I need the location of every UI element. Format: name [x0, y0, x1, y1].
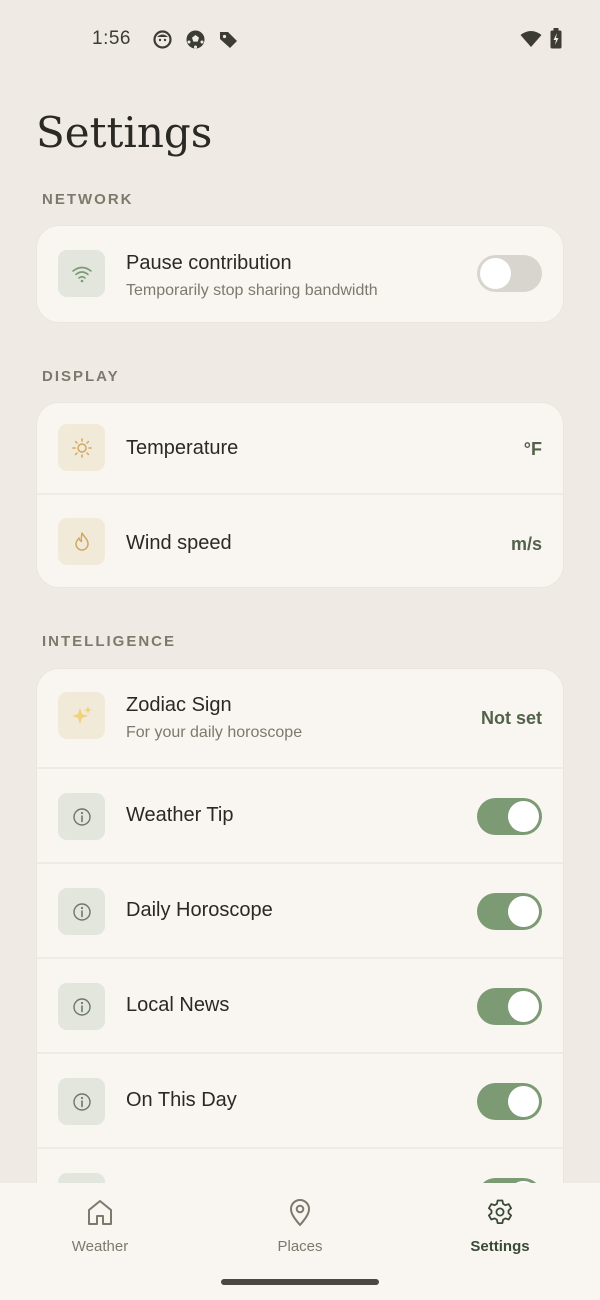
battery-charging-icon — [550, 28, 562, 54]
toggle-knob — [508, 801, 539, 832]
intelligence-card: Zodiac Sign For your daily horoscope Not… — [37, 669, 563, 1229]
nav-item-settings[interactable]: Settings — [440, 1197, 560, 1255]
wind-speed-unit-value: m/s — [510, 534, 542, 554]
nav-item-places[interactable]: Places — [240, 1197, 360, 1255]
info-icon — [58, 793, 105, 840]
setting-title: Temperature — [126, 437, 239, 459]
status-time: 1:56 — [92, 28, 131, 49]
setting-row-local-news[interactable]: Local News — [37, 959, 563, 1054]
setting-title: Pause contribution — [126, 252, 292, 274]
zodiac-sign-value: Not set — [480, 708, 542, 728]
setting-title: Daily Horoscope — [126, 899, 273, 921]
info-icon — [58, 983, 105, 1030]
notification-icons — [152, 29, 239, 50]
toggle-knob — [480, 258, 511, 289]
nav-label: Places — [277, 1238, 323, 1255]
tag-icon — [218, 29, 239, 50]
wifi-icon — [58, 250, 105, 297]
toggle-knob — [508, 896, 539, 927]
nav-label: Settings — [470, 1238, 530, 1255]
nav-item-weather[interactable]: Weather — [40, 1197, 160, 1255]
setting-row-pause-contribution[interactable]: Pause contribution Temporarily stop shar… — [37, 226, 563, 322]
setting-row-on-this-day[interactable]: On This Day — [37, 1054, 563, 1149]
setting-row-temperature[interactable]: Temperature °F — [37, 403, 563, 495]
setting-title: Local News — [126, 994, 230, 1016]
setting-subtitle: Temporarily stop sharing bandwidth — [126, 282, 378, 299]
system-icons — [520, 28, 562, 54]
wifi-icon — [520, 30, 542, 53]
sun-icon — [58, 424, 105, 471]
section-label-display: DISPLAY — [42, 368, 120, 385]
display-card: Temperature °F Wind speed m/s — [37, 403, 563, 587]
location-pin-icon — [285, 1197, 315, 1232]
info-icon — [58, 888, 105, 935]
toggle-knob — [508, 1086, 539, 1117]
home-indicator[interactable] — [221, 1279, 379, 1285]
pause-contribution-toggle[interactable] — [477, 255, 542, 292]
weather-tip-toggle[interactable] — [477, 798, 542, 835]
network-card: Pause contribution Temporarily stop shar… — [37, 226, 563, 322]
status-bar: 1:56 — [0, 0, 600, 80]
soccer-ball-icon — [185, 29, 206, 50]
nav-label: Weather — [71, 1238, 129, 1255]
daily-horoscope-toggle[interactable] — [477, 893, 542, 930]
setting-row-wind-speed[interactable]: Wind speed m/s — [37, 495, 563, 587]
setting-row-weather-tip[interactable]: Weather Tip — [37, 769, 563, 864]
setting-subtitle: For your daily horoscope — [126, 724, 303, 741]
setting-title: Weather Tip — [126, 804, 234, 826]
face-icon — [152, 29, 173, 50]
info-icon — [58, 1078, 105, 1125]
setting-title: Wind speed — [126, 532, 232, 554]
page-title: Settings — [36, 108, 213, 157]
section-label-intelligence: INTELLIGENCE — [42, 633, 177, 650]
home-icon — [85, 1197, 115, 1232]
section-label-network: NETWORK — [42, 191, 134, 208]
setting-row-daily-horoscope[interactable]: Daily Horoscope — [37, 864, 563, 959]
gear-icon — [485, 1197, 515, 1232]
setting-row-zodiac-sign[interactable]: Zodiac Sign For your daily horoscope Not… — [37, 669, 563, 769]
sparkles-icon — [58, 692, 105, 739]
local-news-toggle[interactable] — [477, 988, 542, 1025]
on-this-day-toggle[interactable] — [477, 1083, 542, 1120]
temperature-unit-value: °F — [523, 439, 542, 459]
setting-title: Zodiac Sign — [126, 694, 232, 716]
flame-icon — [58, 518, 105, 565]
setting-title: On This Day — [126, 1089, 237, 1111]
toggle-knob — [508, 991, 539, 1022]
